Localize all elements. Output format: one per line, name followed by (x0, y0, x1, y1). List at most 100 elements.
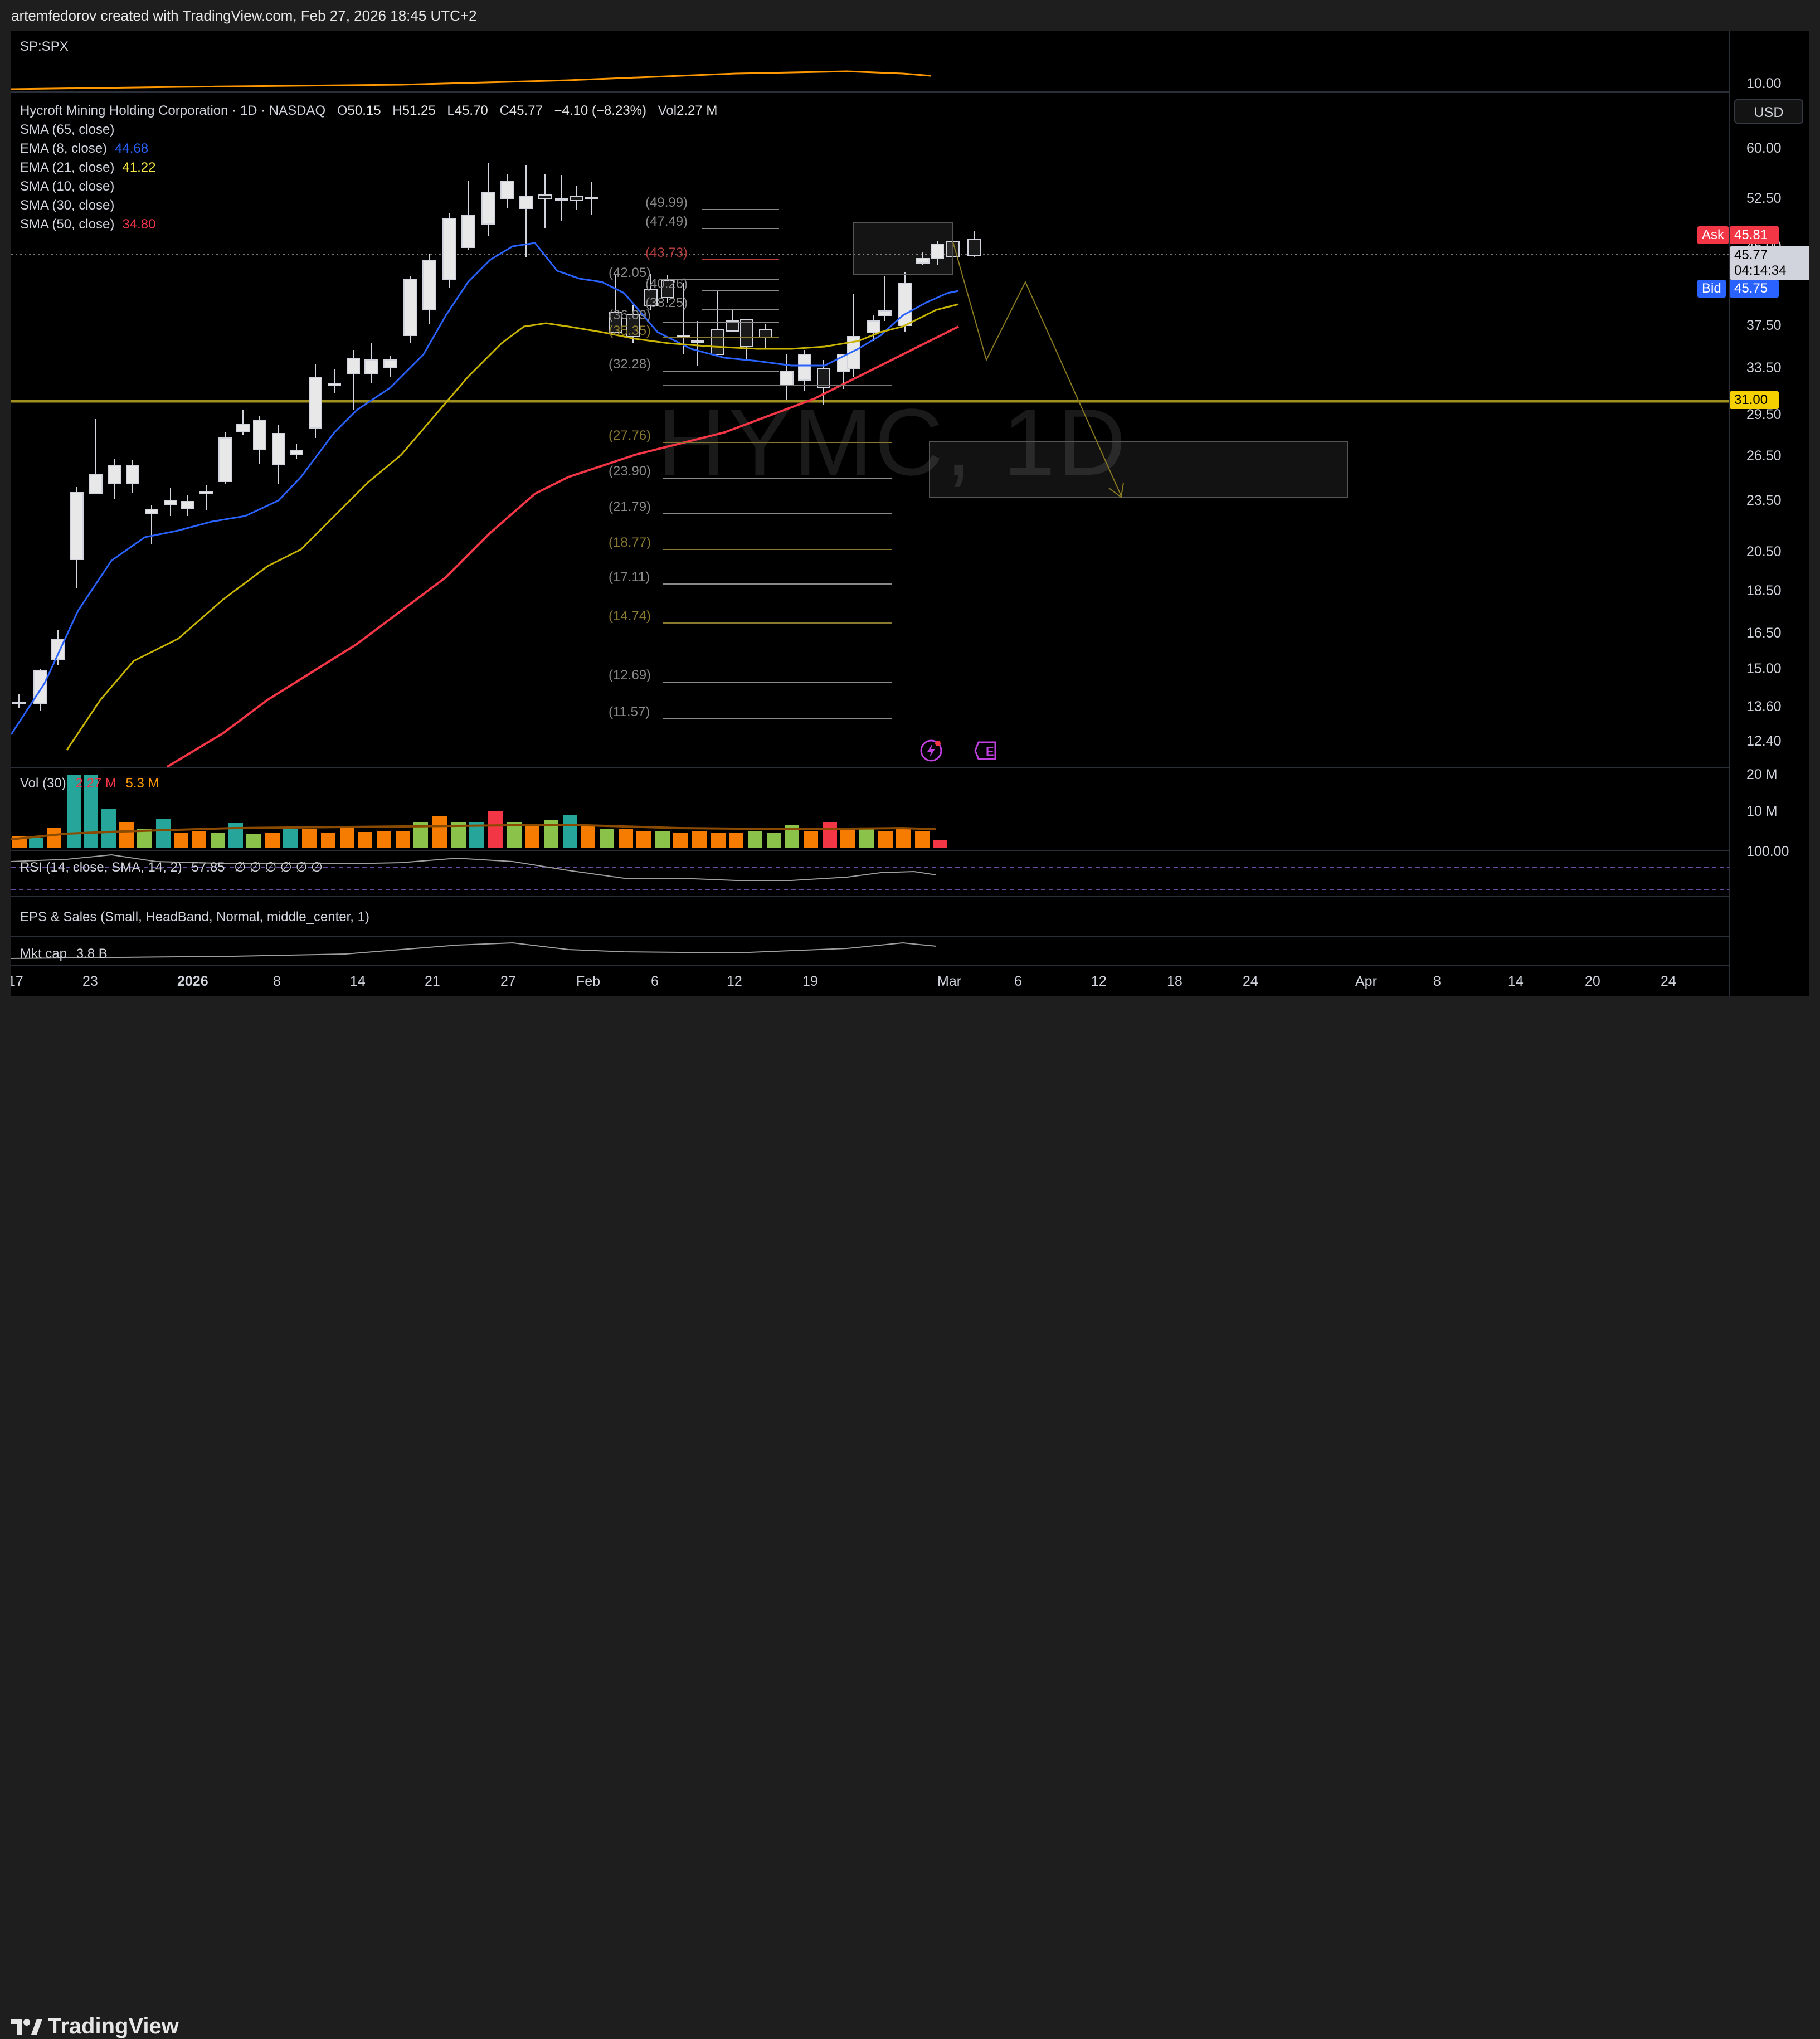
eps-legend[interactable]: EPS & Sales (Small, HeadBand, Normal, mi… (20, 909, 369, 925)
fib-level-label: (21.79) (609, 499, 651, 514)
ohlc-vol: 2.27 M (677, 103, 718, 118)
price-chart[interactable] (11, 31, 1729, 965)
time-tick-label: 14 (1508, 974, 1524, 989)
volume-bar (156, 819, 171, 848)
indicator-row[interactable]: SMA (10, close) (20, 177, 155, 196)
candle-body (70, 492, 84, 560)
candle-body (740, 319, 753, 347)
mktcap-value: 3.8 B (76, 946, 108, 961)
brand-name: TradingView (48, 2014, 179, 2038)
volume-bar (211, 833, 225, 848)
time-tick-label: 6 (1014, 974, 1022, 989)
price-tick-label: 16.50 (1746, 625, 1782, 641)
fib-level-label: (23.90) (609, 464, 651, 479)
candle-body (442, 218, 456, 280)
fib-level-label: (11.57) (609, 704, 650, 719)
indicator-label: SMA (65, close) (20, 122, 115, 137)
time-tick-label: 27 (500, 974, 516, 989)
price-axis[interactable]: 10.00 60.0052.5045.0037.5033.5029.5026.5… (1729, 31, 1809, 996)
chart-frame[interactable]: SP:SPX HYMC, 1D Hycroft Mining Holding C… (11, 31, 1809, 996)
volume-bar (600, 829, 614, 848)
ask-price-tag: 45.81 (1730, 226, 1779, 244)
ohlc-open: 50.15 (347, 103, 381, 118)
price-tick-label: 13.60 (1746, 699, 1782, 714)
volume-legend[interactable]: Vol (30) 2.27 M 5.3 M (20, 776, 159, 791)
ask-label: Ask (1702, 227, 1725, 242)
indicator-row[interactable]: SMA (65, close) (20, 120, 155, 139)
volume-bar (636, 831, 651, 848)
price-tick-label: 15.00 (1746, 661, 1782, 677)
volume-bar (340, 828, 354, 848)
volume-bar (563, 815, 577, 848)
candle-body (677, 335, 690, 338)
price-tick-label: 20.50 (1746, 544, 1782, 559)
indicator-row[interactable]: SMA (30, close) (20, 196, 155, 215)
ohlc-low: 45.70 (454, 103, 488, 118)
volume-bar (673, 833, 688, 848)
candle-body (383, 359, 397, 368)
time-tick-label: 14 (350, 974, 366, 989)
time-axis[interactable]: 17 23 2026 8 14 21 27 Feb 6 12 19 Mar 6 12 18 24 Apr 8 14 2… (11, 965, 1729, 996)
candle-body (181, 501, 194, 509)
candle-body (461, 215, 475, 248)
target-box (929, 441, 1348, 498)
volume-bar (174, 833, 188, 848)
tradingview-logo[interactable]: TradingView (11, 2014, 179, 2039)
indicator-row[interactable]: SMA (50, close) 34.80 (20, 215, 155, 234)
candle-body (519, 196, 533, 209)
candle-body (967, 239, 981, 256)
volume-axis-label: 10 M (1746, 804, 1778, 819)
indicator-label: SMA (10, close) (20, 179, 115, 194)
level-price-tag: 31.00 (1730, 391, 1779, 409)
volume-bar (321, 833, 335, 848)
time-tick-label: Mar (937, 974, 962, 989)
currency-button[interactable]: USD (1734, 99, 1803, 124)
candle-body (481, 192, 495, 225)
volume-bar (228, 823, 243, 848)
rsi-value: 57.85 (191, 860, 225, 875)
candle-body (555, 198, 568, 201)
volume-bar (804, 831, 818, 848)
volume-bar (655, 831, 670, 848)
volume-value: 2.27 M (75, 776, 116, 791)
alert-icon[interactable] (919, 739, 943, 762)
candle-body (878, 310, 892, 316)
indicator-row[interactable]: EMA (21, close) 41.22 (20, 158, 155, 177)
fib-level-label: (32.28) (609, 357, 651, 372)
last-price-tag: 45.77 04:14:34 (1730, 246, 1809, 280)
price-tick-label: 12.40 (1746, 733, 1782, 749)
volume-bar (840, 829, 855, 848)
rsi-legend[interactable]: RSI (14, close, SMA, 14, 2) 57.85 ∅ ∅ ∅ … (20, 859, 323, 875)
price-tick-label: 23.50 (1746, 493, 1782, 508)
volume-bar (29, 838, 43, 848)
time-tick-label: 20 (1585, 974, 1600, 989)
candle-body (290, 450, 303, 455)
candle-body (199, 491, 213, 494)
volume-bar (859, 828, 874, 848)
ema8-line (11, 242, 959, 735)
symbol-name[interactable]: Hycroft Mining Holding Corporation · 1D … (20, 103, 325, 118)
volume-axis-label: 20 M (1746, 767, 1778, 782)
volume-bar (488, 811, 503, 848)
time-tick-label: Feb (576, 974, 601, 989)
candle-body (145, 509, 158, 514)
ohlc-close-label: C (499, 103, 509, 118)
earnings-icon[interactable]: E (974, 739, 997, 762)
mktcap-legend[interactable]: Mkt cap 3.8 B (20, 946, 108, 962)
volume-bar (767, 833, 781, 848)
indicator-value: 41.22 (122, 160, 156, 175)
fib-level-label: (18.77) (609, 535, 651, 550)
volume-bar (692, 831, 707, 848)
fib-level-label: (40.26) (645, 276, 688, 291)
indicator-row[interactable]: EMA (8, close) 44.68 (20, 139, 155, 158)
ohlc-open-label: O (337, 103, 348, 118)
time-tick-label: 18 (1167, 974, 1182, 989)
time-tick-label: 8 (273, 974, 281, 989)
fib-level-label: (43.73) (645, 245, 688, 260)
volume-bar (711, 833, 726, 848)
time-tick-label: 17 (11, 974, 23, 989)
candle-body (585, 197, 598, 199)
ohlc-change: −4.10 (−8.23%) (554, 103, 646, 118)
candle-body (272, 433, 285, 465)
ohlc-high: 51.25 (402, 103, 436, 118)
